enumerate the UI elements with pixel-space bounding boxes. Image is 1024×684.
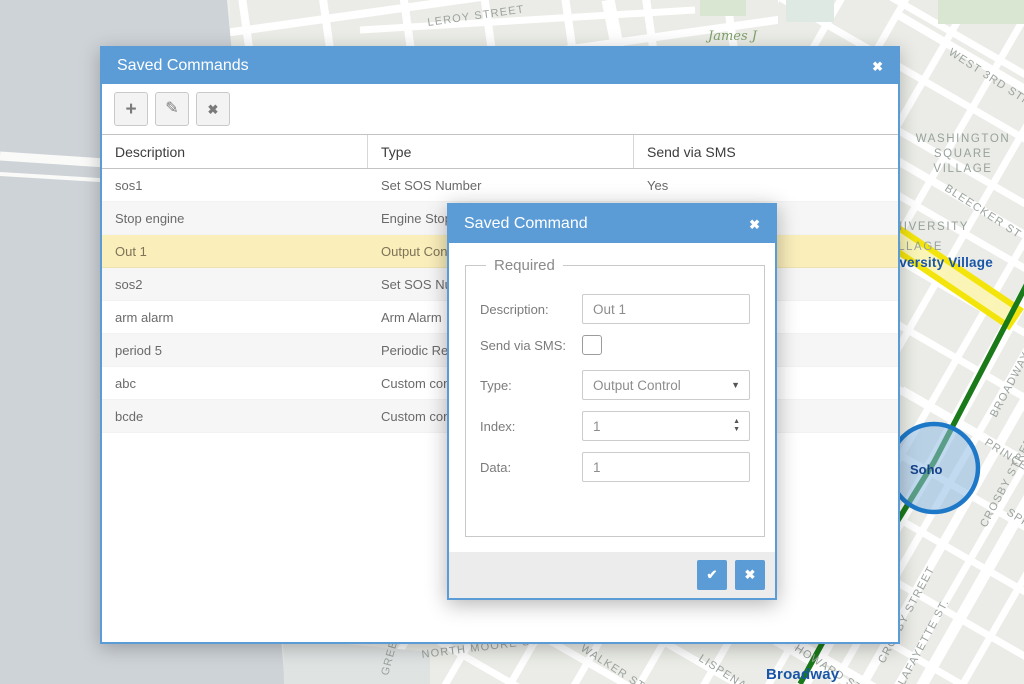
delete-icon: ✖ xyxy=(208,103,219,116)
index-field-row: Index: 1 ▲ ▼ xyxy=(480,411,750,441)
cell-type: Set SOS Number xyxy=(368,169,634,201)
send-via-sms-field-row: Send via SMS: xyxy=(480,335,750,355)
cell-description: Out 1 xyxy=(102,235,368,267)
cell-description: sos1 xyxy=(102,169,368,201)
index-label: Index: xyxy=(480,419,582,434)
send-via-sms-checkbox[interactable] xyxy=(582,335,602,355)
cell-description: sos2 xyxy=(102,268,368,300)
plus-icon: + xyxy=(125,100,136,119)
type-select[interactable]: Output Control ▼ xyxy=(582,370,750,400)
required-fieldset: Required Description: Send via SMS: Type… xyxy=(465,257,765,537)
area-label-washington-2: SQUARE xyxy=(934,148,992,160)
cell-description: abc xyxy=(102,367,368,399)
column-header-description[interactable]: Description xyxy=(102,135,368,168)
data-field-row: Data: xyxy=(480,452,750,482)
column-header-type[interactable]: Type xyxy=(368,135,634,168)
add-command-button[interactable]: + xyxy=(114,92,148,126)
commands-toolbar: + ✎ ✖ xyxy=(102,84,898,134)
pencil-icon: ✎ xyxy=(165,101,178,117)
type-field-row: Type: Output Control ▼ xyxy=(480,370,750,400)
cell-description: period 5 xyxy=(102,334,368,366)
geofence-label-soho: Soho xyxy=(910,462,943,477)
park-label-james-walker: James J xyxy=(705,29,758,44)
area-label-washington-1: WASHINGTON xyxy=(916,133,1011,145)
send-via-sms-label: Send via SMS: xyxy=(480,338,582,353)
table-row[interactable]: sos1 Set SOS Number Yes xyxy=(102,169,898,202)
chevron-down-icon: ▼ xyxy=(731,380,740,390)
saved-command-titlebar[interactable]: Saved Command ✖ xyxy=(449,205,775,243)
dialog-footer: ✔ ✖ xyxy=(449,552,775,598)
window-title: Saved Commands xyxy=(117,57,249,75)
description-input[interactable] xyxy=(582,294,750,324)
type-select-value: Output Control xyxy=(593,378,681,393)
commands-table-header: Description Type Send via SMS xyxy=(102,134,898,169)
data-input[interactable] xyxy=(582,452,750,482)
saved-command-body: Required Description: Send via SMS: Type… xyxy=(449,243,775,552)
data-label: Data: xyxy=(480,460,582,475)
poi-label-broadway: Broadway xyxy=(766,666,840,683)
dialog-title: Saved Command xyxy=(464,215,588,233)
required-legend: Required xyxy=(486,257,563,274)
close-icon[interactable]: ✖ xyxy=(749,218,760,231)
cell-description: arm alarm xyxy=(102,301,368,333)
delete-command-button[interactable]: ✖ xyxy=(196,92,230,126)
stepper-up-icon[interactable]: ▲ xyxy=(733,419,740,425)
description-field-row: Description: xyxy=(480,294,750,324)
area-label-washington-3: VILLAGE xyxy=(933,163,992,175)
close-icon: ✖ xyxy=(745,567,756,583)
park-patch xyxy=(938,0,1024,24)
column-header-send-via-sms[interactable]: Send via SMS xyxy=(634,135,898,168)
saved-command-dialog: Saved Command ✖ Required Description: Se… xyxy=(447,203,777,600)
stepper-down-icon[interactable]: ▼ xyxy=(733,427,740,433)
edit-command-button[interactable]: ✎ xyxy=(155,92,189,126)
park-patch xyxy=(786,0,834,22)
type-label: Type: xyxy=(480,378,582,393)
cell-description: Stop engine xyxy=(102,202,368,234)
cell-description: bcde xyxy=(102,400,368,432)
index-stepper-value: 1 xyxy=(593,419,601,434)
park-patch xyxy=(700,0,746,16)
close-icon[interactable]: ✖ xyxy=(872,60,883,73)
checkmark-icon: ✔ xyxy=(707,567,718,583)
saved-commands-titlebar[interactable]: Saved Commands ✖ xyxy=(102,48,898,84)
cell-send-via-sms: Yes xyxy=(634,169,898,201)
confirm-button[interactable]: ✔ xyxy=(697,560,727,590)
cancel-button[interactable]: ✖ xyxy=(735,560,765,590)
description-label: Description: xyxy=(480,302,582,317)
index-stepper[interactable]: 1 ▲ ▼ xyxy=(582,411,750,441)
